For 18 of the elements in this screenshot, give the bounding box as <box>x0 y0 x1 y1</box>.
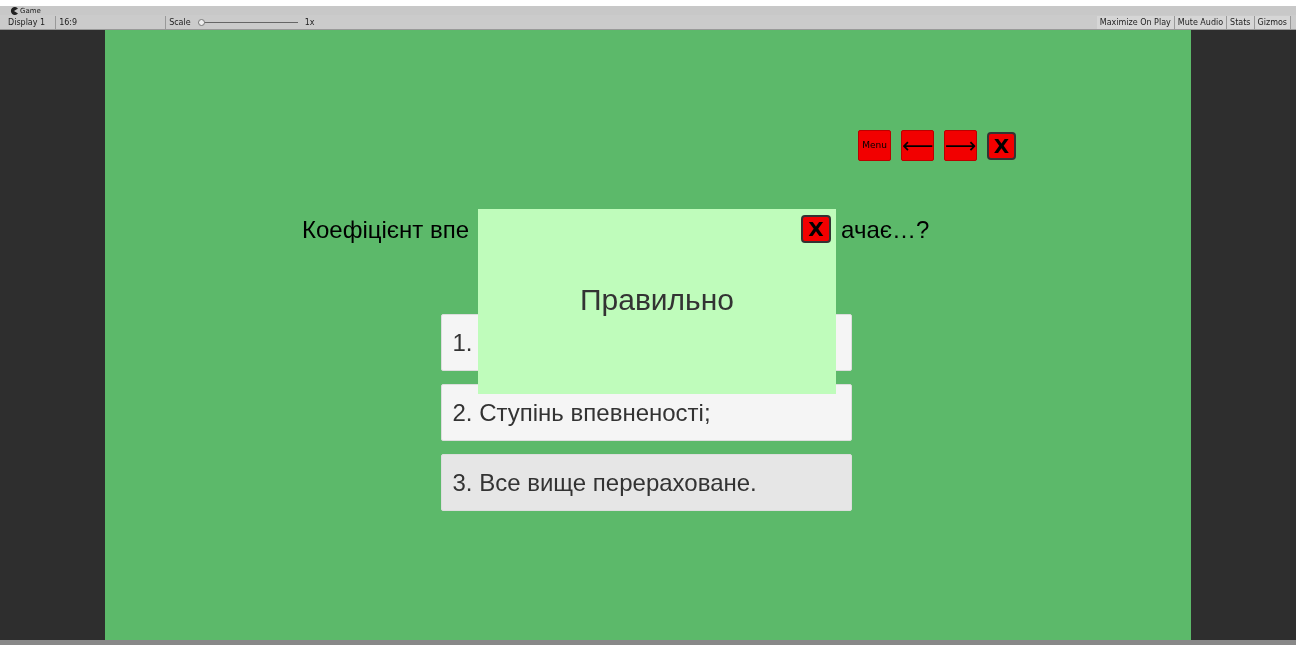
toolbar-button[interactable]: Stats <box>1227 15 1255 29</box>
answer-button[interactable]: 3. Все вище перераховане. <box>440 454 852 511</box>
nav-button[interactable]: Menu <box>858 130 891 161</box>
result-message: Правильно <box>580 282 734 317</box>
toolbar-button[interactable]: Mute Audio <box>1174 15 1228 29</box>
close-button[interactable]: X <box>801 215 831 243</box>
close-button[interactable]: X <box>987 131 1016 160</box>
scale-value: 1x <box>304 17 315 27</box>
question-text: ачає…? <box>841 216 930 244</box>
slider-thumb[interactable] <box>197 18 205 26</box>
display-dropdown[interactable]: Display 1 <box>5 15 57 29</box>
toolbar-button[interactable]: Maximize On Play <box>1096 15 1175 29</box>
pacman-icon <box>10 6 18 15</box>
toolbar-button[interactable]: Gizmos <box>1254 15 1291 29</box>
nav-button[interactable]: ⟶ <box>944 130 977 161</box>
nav-button[interactable]: ⟵ <box>901 130 934 161</box>
question-text: Коефіцієнт впе <box>302 216 470 244</box>
scale-label: Scale <box>169 17 191 27</box>
